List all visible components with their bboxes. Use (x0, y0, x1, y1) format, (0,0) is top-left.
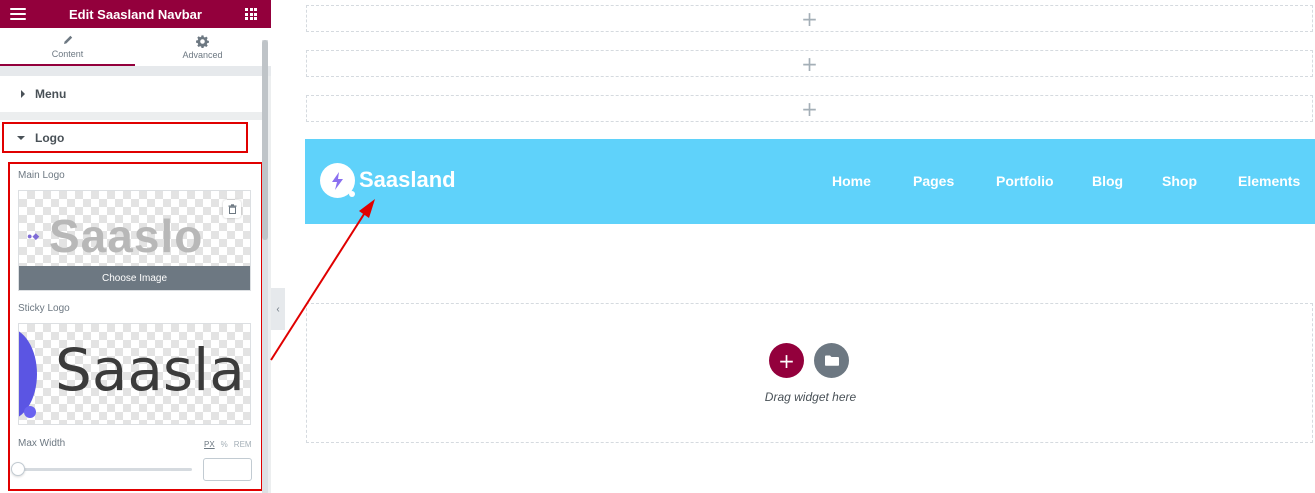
hamburger-menu-icon[interactable] (10, 8, 26, 20)
panel-title: Edit Saasland Navbar (69, 6, 202, 22)
nav-item-elements[interactable]: Elements (1238, 173, 1300, 189)
add-section-button[interactable]: + (769, 343, 804, 378)
add-section-row[interactable]: + (306, 95, 1313, 122)
add-section-row[interactable]: + (306, 5, 1313, 32)
nav-item-shop[interactable]: Shop (1162, 173, 1197, 189)
collapse-panel-toggle[interactable]: ‹ (271, 288, 285, 330)
section-menu-label: Menu (35, 87, 67, 101)
nav-item-home[interactable]: Home (832, 173, 871, 189)
tabs-divider (0, 66, 271, 76)
brand-dot (349, 191, 355, 197)
nav-item-portfolio[interactable]: Portfolio (996, 173, 1054, 189)
saasland-navbar-preview[interactable]: Saasland Home Pages Portfolio Blog Shop … (305, 139, 1315, 224)
plus-icon: + (801, 6, 818, 31)
plus-icon: + (801, 96, 818, 121)
editor-panel: Edit Saasland Navbar Content Advanced Me… (0, 0, 271, 493)
section-menu-toggle[interactable]: Menu (0, 76, 262, 112)
brand-name[interactable]: Saasland (359, 167, 456, 193)
empty-section-drop-zone[interactable]: + Drag widget here (306, 303, 1313, 443)
annotation-highlight-logo-section (2, 122, 248, 153)
tab-content-label: Content (51, 49, 84, 59)
panel-scrollbar-thumb[interactable] (262, 40, 268, 240)
widgets-grid-icon[interactable] (245, 8, 257, 20)
folder-icon (824, 355, 839, 366)
drag-widget-hint: Drag widget here (764, 390, 857, 404)
tab-content[interactable]: Content (0, 28, 135, 66)
annotation-highlight-logo-controls (8, 162, 263, 491)
template-library-button[interactable] (814, 343, 849, 378)
add-section-row[interactable]: + (306, 50, 1313, 77)
editor-root: Edit Saasland Navbar Content Advanced Me… (0, 0, 1315, 493)
plus-icon: + (801, 51, 818, 76)
panel-header: Edit Saasland Navbar (0, 0, 271, 28)
nav-item-pages[interactable]: Pages (913, 173, 954, 189)
chevron-left-icon: ‹ (276, 303, 280, 315)
tab-advanced-label: Advanced (182, 50, 223, 60)
caret-right-icon (21, 90, 25, 98)
gear-icon (196, 34, 209, 48)
panel-tabs: Content Advanced (0, 28, 271, 66)
nav-item-blog[interactable]: Blog (1092, 173, 1123, 189)
tab-advanced[interactable]: Advanced (135, 28, 270, 66)
pencil-icon (62, 33, 74, 47)
